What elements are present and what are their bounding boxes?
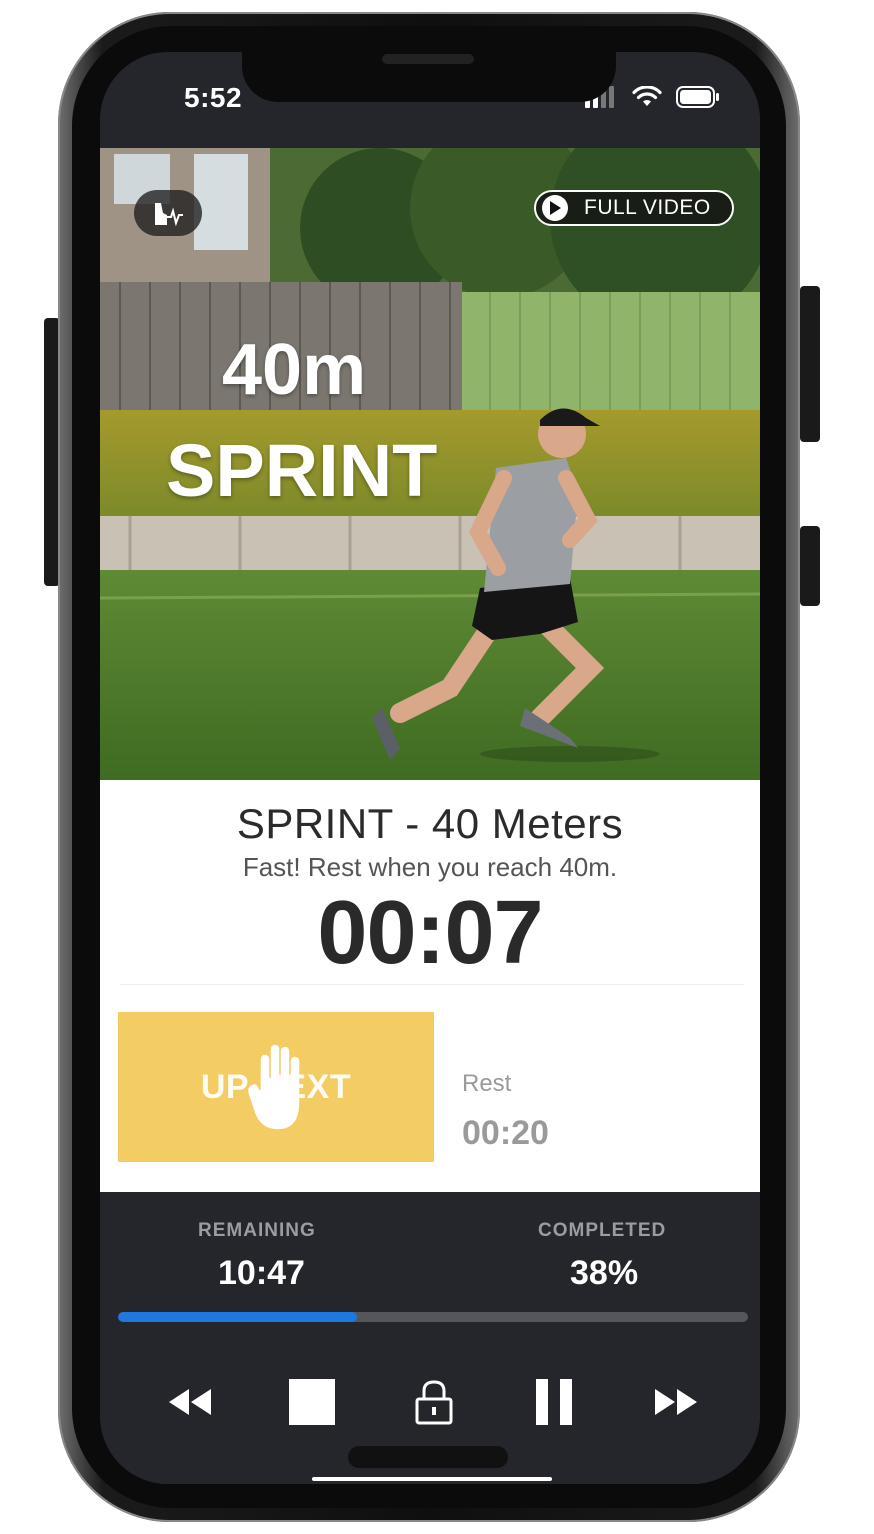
exercise-timer: 00:07 (317, 883, 543, 983)
up-next-card[interactable]: UP NEXT (118, 1012, 434, 1162)
hero-title-distance: 40m (222, 330, 367, 410)
stop-button[interactable] (282, 1372, 342, 1432)
playback-controls (100, 1372, 760, 1442)
play-icon (542, 195, 568, 221)
status-time: 5:52 (184, 82, 243, 113)
workout-stats-panel: REMAINING 10:47 COMPLETED 38% (100, 1192, 760, 1484)
remaining-label: REMAINING (198, 1220, 316, 1241)
full-video-button[interactable]: FULL VIDEO (534, 190, 734, 226)
app-logo-badge[interactable] (134, 190, 202, 236)
exercise-video[interactable]: FULL VIDEO 40m SPRINT (100, 148, 760, 780)
completed-value: 38% (570, 1254, 639, 1292)
exercise-info-panel: SPRINT - 40 Meters Fast! Rest when you r… (100, 780, 760, 1192)
screen: 5:52 FULL VIDEO 40m SPRINT SPRINT - 40 M… (100, 52, 760, 1484)
remaining-value: 10:47 (218, 1254, 305, 1292)
lock-icon (415, 1380, 453, 1425)
exercise-instruction: Fast! Rest when you reach 40m. (242, 852, 618, 882)
pause-icon (536, 1379, 572, 1425)
battery-icon (676, 86, 720, 113)
exercise-title: SPRINT - 40 Meters (236, 800, 624, 847)
home-indicator[interactable] (312, 1477, 552, 1481)
power-button (800, 286, 820, 442)
next-exercise-name: Rest (462, 1070, 512, 1097)
rewind-icon (169, 1389, 211, 1415)
rewind-button[interactable] (160, 1372, 220, 1432)
full-video-label: FULL VIDEO (584, 196, 711, 219)
next-exercise-duration: 00:20 (462, 1114, 549, 1152)
side-button (800, 526, 820, 606)
notch (242, 52, 616, 102)
camera-pill (348, 1446, 508, 1468)
fast-forward-icon (655, 1389, 697, 1415)
completed-label: COMPLETED (538, 1220, 667, 1241)
workout-progress-fill (118, 1312, 358, 1322)
up-next-label: UP NEXT (200, 1068, 352, 1106)
lock-button[interactable] (404, 1372, 464, 1432)
fast-forward-button[interactable] (646, 1372, 706, 1432)
workout-progress-bar[interactable] (118, 1312, 748, 1322)
divider (120, 984, 744, 985)
stop-icon (289, 1379, 335, 1425)
pause-button[interactable] (524, 1372, 584, 1432)
app-logo-icon (155, 203, 183, 227)
wifi-icon (632, 85, 662, 113)
hero-title-exercise: SPRINT (166, 429, 438, 512)
